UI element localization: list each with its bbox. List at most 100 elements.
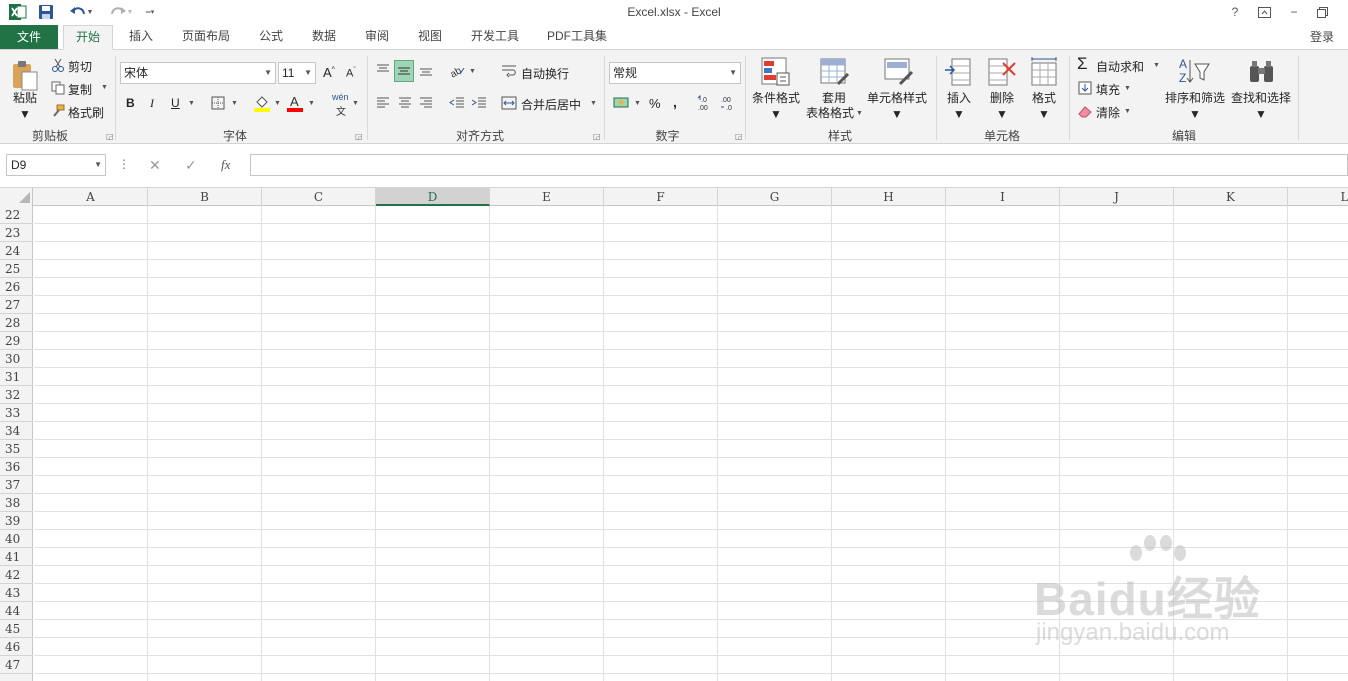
column-header-e[interactable]: E bbox=[490, 188, 604, 206]
row-header-30[interactable]: 30 bbox=[0, 350, 33, 368]
row-header-23[interactable]: 23 bbox=[0, 224, 33, 242]
tab-review[interactable]: 审阅 bbox=[358, 25, 396, 49]
cell-styles-icon[interactable] bbox=[880, 55, 916, 89]
comma-button[interactable]: , bbox=[673, 94, 677, 110]
merge-dropdown-icon[interactable]: ▼ bbox=[590, 100, 597, 107]
format-as-table-label-1[interactable]: 套用 bbox=[806, 91, 862, 106]
cut-icon[interactable] bbox=[50, 57, 66, 73]
tab-developer[interactable]: 开发工具 bbox=[465, 25, 525, 49]
delete-cells-icon[interactable] bbox=[986, 55, 1018, 89]
row-header-43[interactable]: 43 bbox=[0, 584, 33, 602]
align-center-icon[interactable] bbox=[396, 94, 414, 112]
row-header-46[interactable]: 46 bbox=[0, 638, 33, 656]
bold-button[interactable]: B bbox=[126, 96, 135, 110]
decrease-indent-icon[interactable] bbox=[447, 94, 467, 112]
row-header-42[interactable]: 42 bbox=[0, 566, 33, 584]
column-header-g[interactable]: G bbox=[718, 188, 832, 206]
column-header-h[interactable]: H bbox=[832, 188, 946, 206]
increase-indent-icon[interactable] bbox=[469, 94, 489, 112]
cut-label[interactable]: 剪切 bbox=[68, 58, 92, 75]
column-header-c[interactable]: C bbox=[262, 188, 376, 206]
row-header-28[interactable]: 28 bbox=[0, 314, 33, 332]
tab-file[interactable]: 文件 bbox=[0, 25, 58, 49]
align-left-icon[interactable] bbox=[374, 94, 392, 112]
paste-dropdown-icon[interactable]: ▼ bbox=[8, 107, 42, 122]
format-as-table-label-2[interactable]: 表格格式 bbox=[802, 106, 858, 121]
fill-down-icon[interactable] bbox=[1077, 80, 1093, 96]
font-color-icon[interactable]: A bbox=[286, 94, 304, 112]
tab-view[interactable]: 视图 bbox=[411, 25, 449, 49]
conditional-formatting-label[interactable]: 条件格式 bbox=[748, 91, 804, 106]
align-middle-icon[interactable] bbox=[394, 60, 414, 82]
accounting-dropdown-icon[interactable]: ▼ bbox=[634, 100, 641, 107]
merge-center-icon[interactable] bbox=[500, 94, 518, 112]
phonetic-dropdown-icon[interactable]: ▼ bbox=[352, 100, 359, 107]
format-as-table-icon[interactable] bbox=[816, 55, 852, 89]
row-header-26[interactable]: 26 bbox=[0, 278, 33, 296]
tab-insert[interactable]: 插入 bbox=[122, 25, 160, 49]
ribbon-display-icon[interactable] bbox=[1253, 3, 1275, 21]
insert-function-icon[interactable]: fx bbox=[221, 157, 230, 173]
find-select-binoculars-icon[interactable] bbox=[1244, 55, 1280, 89]
row-header-31[interactable]: 31 bbox=[0, 368, 33, 386]
grow-font-icon[interactable]: A^ bbox=[323, 65, 335, 80]
row-header-37[interactable]: 37 bbox=[0, 476, 33, 494]
font-size-box[interactable]: 11 ▼ bbox=[278, 62, 316, 84]
borders-icon[interactable] bbox=[210, 95, 226, 111]
align-right-icon[interactable] bbox=[417, 94, 435, 112]
fill-dropdown-icon[interactable]: ▼ bbox=[1124, 85, 1131, 92]
shrink-font-icon[interactable]: Aˇ bbox=[346, 67, 356, 80]
wrap-text-label[interactable]: 自动换行 bbox=[521, 65, 569, 82]
delete-cells-label[interactable]: 删除 bbox=[984, 91, 1020, 106]
row-header-22[interactable]: 22 bbox=[0, 206, 33, 224]
row-header-24[interactable]: 24 bbox=[0, 242, 33, 260]
find-select-dropdown-icon[interactable]: ▼ bbox=[1228, 107, 1294, 122]
percent-button[interactable]: % bbox=[649, 96, 661, 111]
row-header-45[interactable]: 45 bbox=[0, 620, 33, 638]
number-launcher-icon[interactable]: ◲ bbox=[735, 132, 743, 141]
copy-dropdown-icon[interactable]: ▼ bbox=[101, 84, 108, 91]
row-header-33[interactable]: 33 bbox=[0, 404, 33, 422]
cancel-icon[interactable]: ✕ bbox=[149, 157, 161, 174]
underline-button[interactable]: U bbox=[171, 96, 180, 110]
row-header-34[interactable]: 34 bbox=[0, 422, 33, 440]
select-all-corner[interactable] bbox=[0, 188, 33, 206]
orientation-dropdown-icon[interactable]: ▼ bbox=[469, 68, 476, 75]
column-header-l[interactable]: L bbox=[1288, 188, 1348, 206]
column-header-i[interactable]: I bbox=[946, 188, 1060, 206]
delete-cells-dropdown-icon[interactable]: ▼ bbox=[984, 107, 1020, 122]
chevron-down-icon[interactable]: ▼ bbox=[729, 63, 737, 83]
insert-cells-label[interactable]: 插入 bbox=[941, 91, 977, 106]
copy-label[interactable]: 复制 bbox=[68, 81, 92, 98]
row-header-27[interactable]: 27 bbox=[0, 296, 33, 314]
row-header-40[interactable]: 40 bbox=[0, 530, 33, 548]
row-header-32[interactable]: 32 bbox=[0, 386, 33, 404]
fill-color-icon[interactable] bbox=[253, 94, 271, 112]
enter-check-icon[interactable]: ✓ bbox=[185, 157, 197, 174]
name-box[interactable]: D9 ▼ bbox=[6, 154, 106, 176]
font-color-dropdown-icon[interactable]: ▼ bbox=[308, 100, 315, 107]
column-header-k[interactable]: K bbox=[1174, 188, 1288, 206]
paste-label[interactable]: 粘贴 bbox=[8, 91, 42, 106]
tab-pdf-tools[interactable]: PDF工具集 bbox=[542, 25, 612, 49]
format-cells-icon[interactable] bbox=[1028, 55, 1060, 89]
clipboard-launcher-icon[interactable]: ◲ bbox=[106, 132, 114, 141]
increase-decimal-icon[interactable]: .0.00 bbox=[697, 94, 717, 112]
restore-button[interactable] bbox=[1311, 3, 1333, 21]
find-select-label[interactable]: 查找和选择 bbox=[1228, 91, 1294, 106]
italic-button[interactable]: I bbox=[150, 96, 154, 111]
underline-dropdown-icon[interactable]: ▼ bbox=[188, 100, 195, 107]
number-format-box[interactable]: 常规 ▼ bbox=[609, 62, 741, 84]
tab-formulas[interactable]: 公式 bbox=[252, 25, 290, 49]
font-name-box[interactable]: 宋体 ▼ bbox=[120, 62, 276, 84]
conditional-formatting-icon[interactable] bbox=[758, 55, 794, 89]
insert-cells-dropdown-icon[interactable]: ▼ bbox=[941, 107, 977, 122]
conditional-dropdown-icon[interactable]: ▼ bbox=[748, 107, 804, 122]
row-header-25[interactable]: 25 bbox=[0, 260, 33, 278]
fill-color-dropdown-icon[interactable]: ▼ bbox=[274, 100, 281, 107]
align-top-icon[interactable] bbox=[374, 60, 392, 80]
borders-dropdown-icon[interactable]: ▼ bbox=[231, 100, 238, 107]
wrap-text-icon[interactable] bbox=[500, 62, 518, 80]
column-header-j[interactable]: J bbox=[1060, 188, 1174, 206]
alignment-launcher-icon[interactable]: ◲ bbox=[593, 132, 601, 141]
